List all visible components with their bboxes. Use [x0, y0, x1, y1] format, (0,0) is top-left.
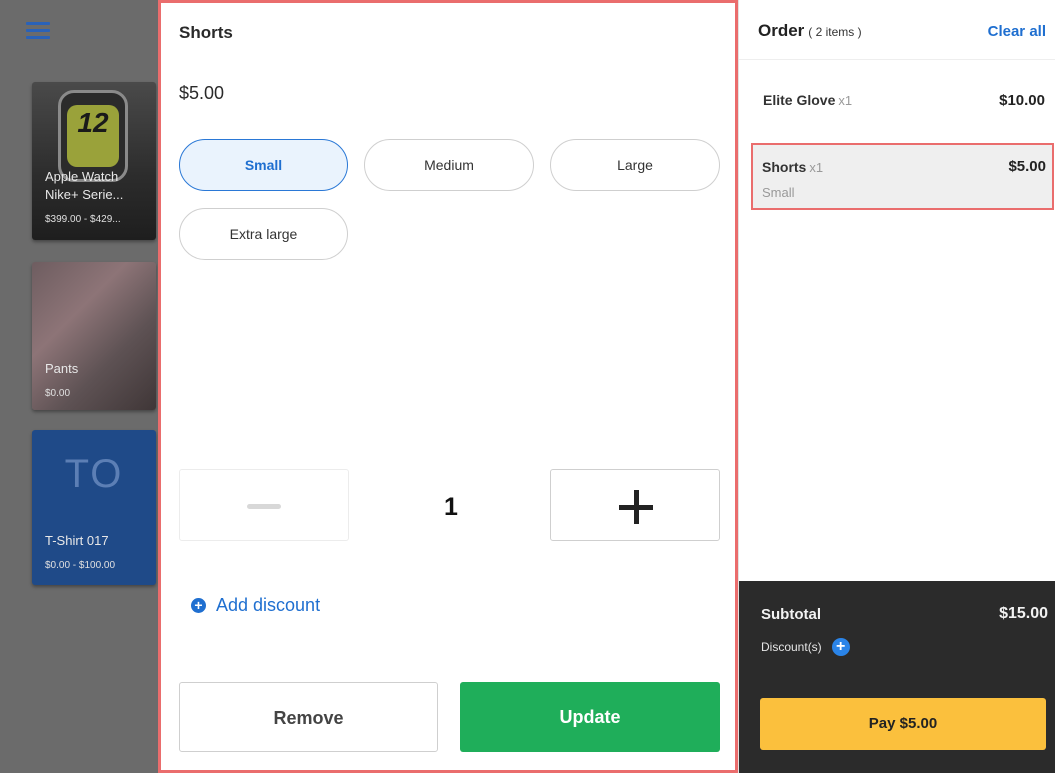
product-tile-pants[interactable]: Pants $0.00 — [32, 262, 156, 410]
item-editor-panel: Shorts $5.00 Small Medium Large Extra la… — [158, 0, 738, 773]
order-panel: Order( 2 items ) Clear all Elite Glove x1… — [738, 0, 1055, 773]
add-discount-label: Add discount — [216, 595, 321, 615]
order-line-elite-glove[interactable]: Elite Glove x1 $10.00 — [749, 80, 1055, 124]
order-line-shorts[interactable]: Shorts x1 $5.00 Small — [751, 143, 1054, 210]
item-price: $5.00 — [179, 83, 225, 103]
plus-circle-icon: + — [191, 598, 206, 613]
clear-all-button[interactable]: Clear all — [988, 23, 1046, 40]
order-footer: Subtotal $15.00 Discount(s) + Pay $5.00 — [739, 581, 1055, 773]
watch-screen: 12 — [67, 105, 119, 167]
hamburger-menu-icon[interactable] — [26, 22, 50, 40]
add-discount-icon[interactable]: + — [831, 638, 850, 656]
product-grid: 12 Apple Watch Nike+ Serie... $399.00 - … — [0, 0, 158, 773]
line-price: $10.00 — [999, 92, 1045, 109]
option-large[interactable]: Large — [550, 139, 720, 191]
minus-icon — [247, 504, 281, 509]
line-price: $5.00 — [1008, 158, 1046, 175]
order-title: Order( 2 items ) — [758, 21, 862, 41]
line-name: Shorts x1 — [762, 159, 823, 175]
product-price: $0.00 — [45, 388, 71, 399]
product-name: T-Shirt 017 — [45, 533, 109, 548]
quantity-increase-button[interactable] — [550, 469, 720, 541]
quantity-decrease-button[interactable] — [179, 469, 349, 541]
product-name: Apple Watch — [45, 169, 119, 184]
option-small[interactable]: Small — [179, 139, 348, 191]
remove-button[interactable]: Remove — [179, 682, 438, 752]
discounts-row[interactable]: Discount(s) + — [761, 638, 850, 656]
product-name-line2: Nike+ Serie... — [45, 187, 124, 202]
order-title-text: Order — [758, 21, 805, 40]
line-name-text: Shorts — [762, 159, 807, 175]
line-variant: Small — [762, 185, 795, 200]
line-qty: x1 — [809, 160, 824, 175]
line-name-text: Elite Glove — [763, 92, 836, 108]
product-price: $0.00 - $100.00 — [45, 560, 116, 571]
option-medium[interactable]: Medium — [364, 139, 534, 191]
product-price: $399.00 - $429... — [45, 214, 121, 225]
product-initials: TO — [64, 452, 124, 496]
discounts-label: Discount(s) — [761, 640, 822, 654]
product-tile-tshirt[interactable]: TO T-Shirt 017 $0.00 - $100.00 — [32, 430, 156, 585]
quantity-value: 1 — [444, 493, 458, 521]
order-item-count: ( 2 items ) — [808, 25, 862, 39]
product-tile-apple-watch[interactable]: 12 Apple Watch Nike+ Serie... $399.00 - … — [32, 82, 156, 240]
option-extra-large[interactable]: Extra large — [179, 208, 348, 260]
line-name: Elite Glove x1 — [763, 92, 852, 108]
update-button[interactable]: Update — [460, 682, 720, 752]
order-header: Order( 2 items ) Clear all — [739, 0, 1055, 60]
item-title: Shorts — [179, 23, 233, 42]
subtotal-value: $15.00 — [999, 605, 1048, 622]
line-qty: x1 — [838, 93, 853, 108]
product-name: Pants — [45, 361, 79, 376]
add-discount-link[interactable]: + Add discount — [191, 595, 320, 616]
pay-button[interactable]: Pay $5.00 — [760, 698, 1046, 750]
subtotal-label: Subtotal — [761, 606, 821, 623]
